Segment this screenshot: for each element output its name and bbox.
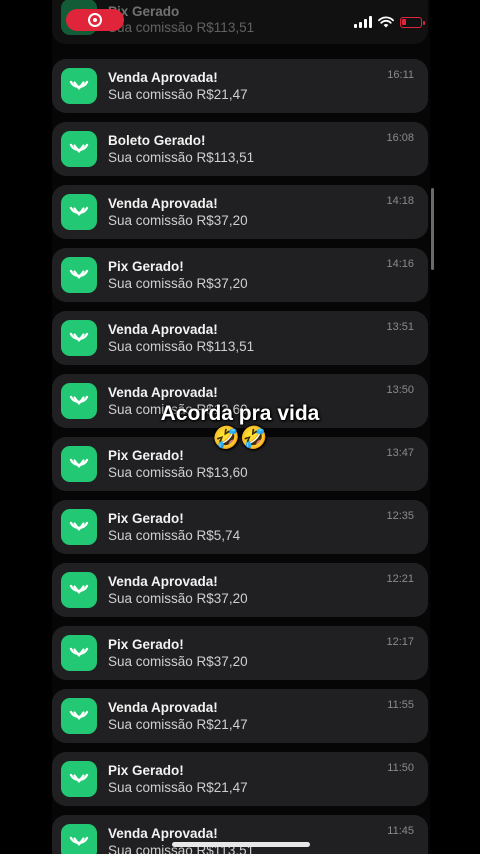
notification-body: Sua comissão R$113,51 [108, 339, 255, 354]
notification-body: Sua comissão R$37,20 [108, 213, 248, 228]
app-icon [61, 194, 97, 230]
notification-body: Sua comissão R$113,51 [108, 150, 255, 165]
notification-body: Sua comissão R$37,20 [108, 654, 248, 669]
notification-time: 11:50 [387, 762, 414, 774]
notification-title: Venda Aprovada! [108, 574, 218, 589]
status-bar [52, 0, 430, 44]
notification-title: Pix Gerado! [108, 637, 184, 652]
notification-title: Pix Gerado! [108, 511, 184, 526]
app-icon [61, 635, 97, 671]
notification-card[interactable]: Venda Aprovada! Sua comissão R$113,51 11:4… [52, 815, 428, 854]
notification-time: 12:21 [386, 573, 414, 585]
notification-time: 14:18 [386, 195, 414, 207]
scrollbar[interactable] [431, 188, 434, 270]
notification-title: Venda Aprovada! [108, 196, 218, 211]
app-icon [61, 824, 97, 854]
notification-title: Venda Aprovada! [108, 70, 218, 85]
notification-time: 13:50 [386, 384, 414, 396]
notification-body: Sua comissão R$37,20 [108, 591, 248, 606]
app-icon [61, 698, 97, 734]
home-indicator[interactable] [172, 842, 310, 847]
notification-card[interactable]: Venda Aprovada! Sua comissão R$21,47 11:55 [52, 689, 428, 743]
notification-body: Sua comissão R$21,47 [108, 87, 248, 102]
notification-card[interactable]: Pix Gerado! Sua comissão R$21,47 11:50 [52, 752, 428, 806]
notification-body: Sua comissão R$21,47 [108, 780, 248, 795]
app-icon [61, 131, 97, 167]
cellular-signal-icon [354, 16, 372, 28]
notification-time: 16:11 [387, 69, 414, 81]
notification-body: Sua comissão R$13,60 [108, 465, 248, 480]
battery-low-icon [400, 16, 425, 28]
notification-body: Sua comissão R$21,47 [108, 717, 248, 732]
app-icon [61, 509, 97, 545]
notification-title: Pix Gerado! [108, 259, 184, 274]
screen-recording-indicator[interactable] [66, 9, 124, 31]
notification-title: Boleto Gerado! [108, 133, 206, 148]
notification-card[interactable]: Venda Aprovada! Sua comissão R$21,47 16:11 [52, 59, 428, 113]
notification-time: 13:51 [386, 321, 414, 333]
notification-card[interactable]: Pix Gerado! Sua comissão R$37,20 12:17 [52, 626, 428, 680]
caption-text: Acorda pra vida [160, 402, 320, 425]
notification-time: 12:35 [386, 510, 414, 522]
notification-time: 11:45 [387, 825, 414, 837]
notification-title: Pix Gerado! [108, 763, 184, 778]
notification-card[interactable]: Boleto Gerado! Sua comissão R$113,51 16:08 [52, 122, 428, 176]
app-icon [61, 68, 97, 104]
app-icon [61, 446, 97, 482]
notification-card[interactable]: Venda Aprovada! Sua comissão R$37,20 14:18 [52, 185, 428, 239]
notification-time: 14:16 [386, 258, 414, 270]
notification-card[interactable]: Venda Aprovada! Sua comissão R$37,20 12:21 [52, 563, 428, 617]
notification-title: Venda Aprovada! [108, 700, 218, 715]
notification-body: Sua comissão R$5,74 [108, 528, 241, 543]
wifi-icon [378, 16, 394, 28]
app-icon [61, 572, 97, 608]
notification-card[interactable]: Venda Aprovada! Sua comissão R$113,51 13:5… [52, 311, 428, 365]
notification-card[interactable]: Pix Gerado! Sua comissão R$5,74 12:35 [52, 500, 428, 554]
record-icon [88, 13, 102, 27]
app-icon [61, 257, 97, 293]
notification-card[interactable]: Pix Gerado! Sua comissão R$37,20 14:16 [52, 248, 428, 302]
notification-time: 16:08 [386, 132, 414, 144]
notification-time: 11:55 [387, 699, 414, 711]
app-icon [61, 320, 97, 356]
notification-body: Sua comissão R$37,20 [108, 276, 248, 291]
notification-time: 12:17 [386, 636, 414, 648]
notification-title: Venda Aprovada! [108, 826, 218, 841]
app-icon [61, 761, 97, 797]
notification-title: Venda Aprovada! [108, 385, 218, 400]
caption-emoji: 🤣🤣 [212, 426, 268, 451]
notification-title: Venda Aprovada! [108, 322, 218, 337]
